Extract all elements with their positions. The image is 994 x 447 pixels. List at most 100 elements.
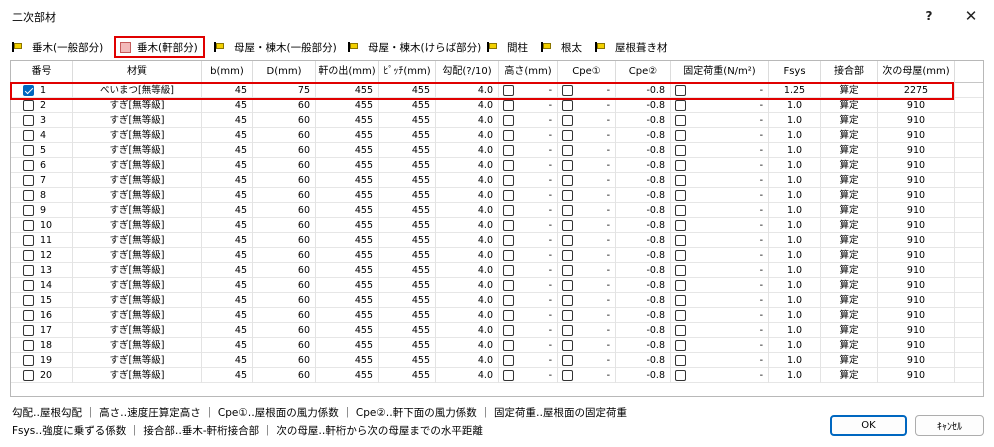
cell-material[interactable]: すぎ[無等級] xyxy=(73,308,202,323)
row-select-checkbox[interactable] xyxy=(23,190,34,201)
cell-height[interactable]: - xyxy=(499,293,558,308)
cell-load[interactable]: - xyxy=(671,323,769,338)
cell-slope[interactable]: 4.0 xyxy=(436,203,499,218)
cell-d[interactable]: 60 xyxy=(253,143,316,158)
cell-checkbox[interactable] xyxy=(503,325,514,336)
cell-fsys[interactable]: 1.0 xyxy=(769,203,821,218)
cell-cpe2[interactable]: -0.8 xyxy=(616,218,671,233)
cell-b[interactable]: 45 xyxy=(202,278,253,293)
table-row[interactable]: 18 すぎ[無等級] 45 60 455 455 4.0 - - -0.8 - 1.0 算定 910 xyxy=(11,338,983,353)
cell-joint[interactable]: 算定 xyxy=(821,158,878,173)
cell-checkbox[interactable] xyxy=(562,145,573,156)
cell-slope[interactable]: 4.0 xyxy=(436,98,499,113)
cell-material[interactable]: すぎ[無等級] xyxy=(73,128,202,143)
cell-b[interactable]: 45 xyxy=(202,218,253,233)
cell-joint[interactable]: 算定 xyxy=(821,173,878,188)
cell-load[interactable]: - xyxy=(671,278,769,293)
cell-b[interactable]: 45 xyxy=(202,338,253,353)
col-header-height[interactable]: 高さ(mm) xyxy=(499,61,558,83)
cell-height[interactable]: - xyxy=(499,218,558,233)
cell-d[interactable]: 60 xyxy=(253,248,316,263)
cell-pitch[interactable]: 455 xyxy=(379,113,436,128)
help-button[interactable]: ? xyxy=(906,0,952,32)
cell-cpe1[interactable]: - xyxy=(558,203,616,218)
cell-slope[interactable]: 4.0 xyxy=(436,368,499,383)
cell-joint[interactable]: 算定 xyxy=(821,83,878,98)
cell-cpe1[interactable]: - xyxy=(558,98,616,113)
cell-eave[interactable]: 455 xyxy=(316,218,379,233)
cell-joint[interactable]: 算定 xyxy=(821,338,878,353)
cell-joint[interactable]: 算定 xyxy=(821,113,878,128)
cell-next[interactable]: 2275 xyxy=(878,83,955,98)
cell-joint[interactable]: 算定 xyxy=(821,143,878,158)
cell-checkbox[interactable] xyxy=(675,310,686,321)
cell-cpe2[interactable]: -0.8 xyxy=(616,113,671,128)
cell-next[interactable]: 910 xyxy=(878,203,955,218)
cell-checkbox[interactable] xyxy=(675,235,686,246)
cell-checkbox[interactable] xyxy=(675,100,686,111)
cell-pitch[interactable]: 455 xyxy=(379,98,436,113)
cell-load[interactable]: - xyxy=(671,98,769,113)
cell-cpe1[interactable]: - xyxy=(558,323,616,338)
cell-checkbox[interactable] xyxy=(503,280,514,291)
cell-next[interactable]: 910 xyxy=(878,233,955,248)
cell-next[interactable]: 910 xyxy=(878,278,955,293)
cell-load[interactable]: - xyxy=(671,173,769,188)
cell-b[interactable]: 45 xyxy=(202,353,253,368)
cell-height[interactable]: - xyxy=(499,203,558,218)
cell-checkbox[interactable] xyxy=(562,85,573,96)
cell-checkbox[interactable] xyxy=(675,280,686,291)
cell-fsys[interactable]: 1.0 xyxy=(769,218,821,233)
cell-b[interactable]: 45 xyxy=(202,203,253,218)
table-row[interactable]: 13 すぎ[無等級] 45 60 455 455 4.0 - - -0.8 - 1.0 算定 910 xyxy=(11,263,983,278)
table-row[interactable]: 4 すぎ[無等級] 45 60 455 455 4.0 - - -0.8 - 1.0 算定 910 xyxy=(11,128,983,143)
cell-eave[interactable]: 455 xyxy=(316,308,379,323)
cell-cpe2[interactable]: -0.8 xyxy=(616,353,671,368)
cell-checkbox[interactable] xyxy=(675,325,686,336)
cell-fsys[interactable]: 1.0 xyxy=(769,143,821,158)
cell-next[interactable]: 910 xyxy=(878,143,955,158)
cell-pitch[interactable]: 455 xyxy=(379,143,436,158)
row-select-checkbox[interactable] xyxy=(23,295,34,306)
cell-load[interactable]: - xyxy=(671,113,769,128)
cell-cpe1[interactable]: - xyxy=(558,188,616,203)
cell-cpe2[interactable]: -0.8 xyxy=(616,233,671,248)
cell-pitch[interactable]: 455 xyxy=(379,308,436,323)
cell-eave[interactable]: 455 xyxy=(316,263,379,278)
cell-joint[interactable]: 算定 xyxy=(821,128,878,143)
cell-cpe1[interactable]: - xyxy=(558,218,616,233)
cell-height[interactable]: - xyxy=(499,98,558,113)
cell-slope[interactable]: 4.0 xyxy=(436,353,499,368)
cell-cpe1[interactable]: - xyxy=(558,143,616,158)
cell-joint[interactable]: 算定 xyxy=(821,353,878,368)
cell-eave[interactable]: 455 xyxy=(316,233,379,248)
cell-slope[interactable]: 4.0 xyxy=(436,233,499,248)
cell-pitch[interactable]: 455 xyxy=(379,293,436,308)
tab-roofing[interactable]: 屋根葺き材 xyxy=(595,37,668,57)
cell-cpe2[interactable]: -0.8 xyxy=(616,323,671,338)
cell-d[interactable]: 60 xyxy=(253,188,316,203)
cell-checkbox[interactable] xyxy=(503,235,514,246)
cell-checkbox[interactable] xyxy=(562,370,573,381)
cell-fsys[interactable]: 1.0 xyxy=(769,233,821,248)
cell-checkbox[interactable] xyxy=(562,115,573,126)
cell-load[interactable]: - xyxy=(671,248,769,263)
cell-b[interactable]: 45 xyxy=(202,173,253,188)
cell-material[interactable]: すぎ[無等級] xyxy=(73,248,202,263)
cell-slope[interactable]: 4.0 xyxy=(436,128,499,143)
cell-d[interactable]: 60 xyxy=(253,353,316,368)
cell-pitch[interactable]: 455 xyxy=(379,338,436,353)
cell-material[interactable]: すぎ[無等級] xyxy=(73,158,202,173)
cell-checkbox[interactable] xyxy=(503,220,514,231)
row-select-checkbox[interactable] xyxy=(23,370,34,381)
cell-next[interactable]: 910 xyxy=(878,98,955,113)
cell-eave[interactable]: 455 xyxy=(316,188,379,203)
col-header-next-purlin[interactable]: 次の母屋(mm) xyxy=(878,61,955,83)
cell-checkbox[interactable] xyxy=(675,340,686,351)
cell-height[interactable]: - xyxy=(499,173,558,188)
cell-d[interactable]: 60 xyxy=(253,173,316,188)
row-select-checkbox[interactable] xyxy=(23,340,34,351)
cell-d[interactable]: 60 xyxy=(253,113,316,128)
table-row[interactable]: 10 すぎ[無等級] 45 60 455 455 4.0 - - -0.8 - 1.0 算定 910 xyxy=(11,218,983,233)
col-header-fsys[interactable]: Fsys xyxy=(769,61,821,83)
